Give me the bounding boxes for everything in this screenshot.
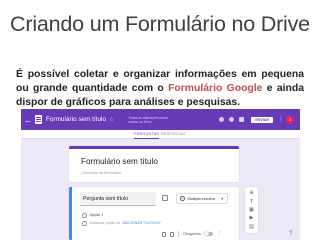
add-question-icon[interactable]: ⊕ [249,190,253,196]
question-title-field[interactable]: Pergunta sem título [80,192,156,206]
question-card[interactable]: Pergunta sem título Múltipla escolha ▼ O… [69,187,239,240]
question-type-select[interactable]: Múltipla escolha ▼ [176,193,228,204]
add-title-icon[interactable]: Τ [250,199,253,205]
forms-screenshot: ← Formulário sem título ☆ Todas as alter… [21,109,300,240]
avatar[interactable]: J [286,115,294,124]
slide-title: Criando um Formulário no Drive [10,12,310,36]
tab-bar: PERGUNTAS RESPOSTAS [21,130,300,139]
required-label: Obrigatória [183,232,201,236]
tab-responses[interactable]: RESPOSTAS [161,131,186,139]
save-status: Todas as alterações foram salvas no Driv… [128,115,169,124]
question-type-label: Múltipla escolha [187,196,215,201]
duplicate-icon[interactable] [162,231,166,237]
more-vert-icon[interactable]: ⋮ [217,231,222,237]
required-toggle[interactable] [203,231,213,236]
add-image-icon[interactable]: ▣ [249,207,254,213]
slide-description: É possível coletar e organizar informaçõ… [16,68,304,111]
form-header-card: Formulário sem título Descrição do formu… [69,146,239,182]
add-option-row: Adicionar opção ou ADICIONAR "OUTROS" [82,221,161,226]
radio-circle-icon [82,221,87,226]
form-title[interactable]: Formulário sem título [81,157,158,166]
add-option-label[interactable]: Adicionar opção ou [90,221,121,225]
back-arrow-icon[interactable]: ← [21,115,35,125]
add-image-icon[interactable] [162,195,168,201]
question-toolbar: ⊕ Τ ▣ ▶ ▤ [245,187,258,233]
option-label[interactable]: Opção 1 [90,213,104,217]
question-title: Pergunta sem título [83,196,128,202]
radio-circle-icon [82,213,87,218]
chevron-down-icon: ▼ [220,196,224,201]
radio-button-icon [180,196,185,201]
help-icon[interactable]: ? [289,231,292,237]
send-button[interactable]: ENVIAR [251,116,273,123]
divider [178,231,179,237]
more-vert-icon[interactable]: ⋮ [278,116,284,123]
form-description-field[interactable]: Descrição do formulário [81,171,121,175]
option-row: Opção 1 [82,213,103,218]
star-icon[interactable]: ☆ [109,116,114,123]
settings-gear-icon[interactable] [239,117,245,122]
forms-logo-icon [35,115,42,124]
palette-icon[interactable] [219,117,225,122]
question-footer: Obrigatória ⋮ [162,231,222,237]
topbar-actions: ENVIAR ⋮ J [219,115,300,124]
preview-eye-icon[interactable] [229,117,235,122]
description-highlight: Formulário Google [168,83,263,95]
delete-icon[interactable] [170,231,174,237]
add-section-icon[interactable]: ▤ [249,224,254,230]
add-other-link[interactable]: ADICIONAR "OUTROS" [122,221,161,225]
forms-topbar: ← Formulário sem título ☆ Todas as alter… [21,109,300,130]
tab-questions[interactable]: PERGUNTAS [134,131,160,139]
add-video-icon[interactable]: ▶ [250,215,254,221]
document-title[interactable]: Formulário sem título [46,116,106,123]
